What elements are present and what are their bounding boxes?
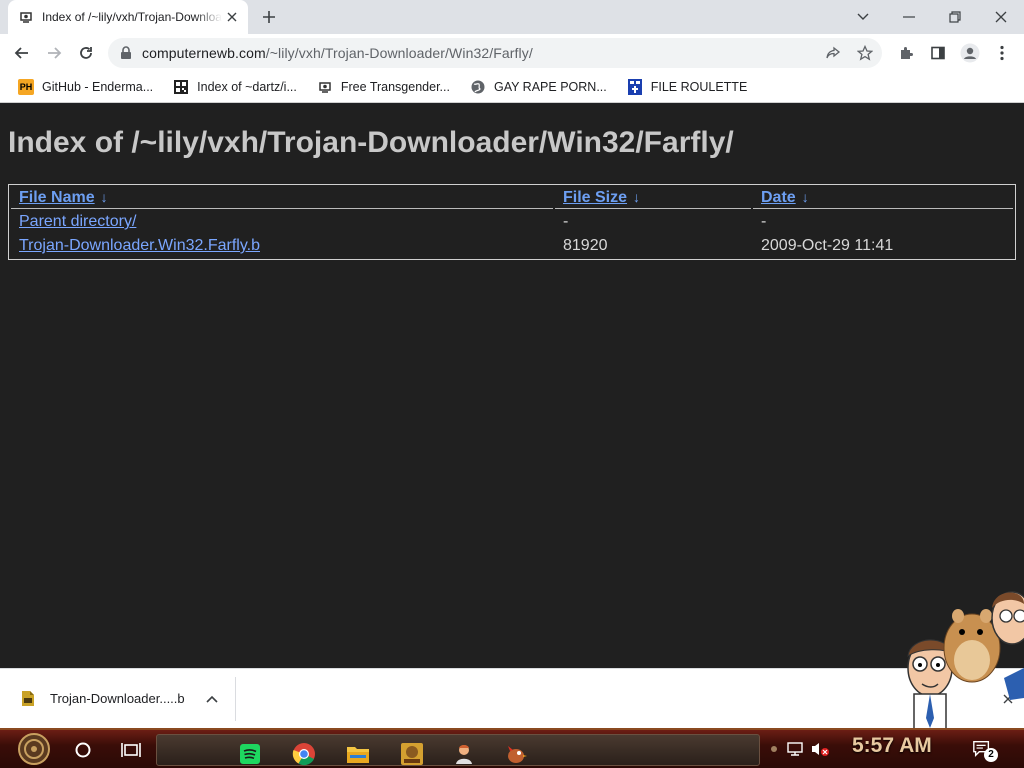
qr-icon [173,79,189,95]
file-date-cell: - [761,213,767,230]
menu-kebab-icon[interactable] [992,43,1012,63]
file-roulette-icon [627,78,643,95]
ph-icon: PH [18,78,34,95]
taskbar-clock[interactable]: 5:57 AM [852,734,932,758]
task-view-icon[interactable] [114,734,148,766]
bookmark-gay-rape-porn[interactable]: GAY RAPE PORN... [464,74,613,100]
globe-icon [470,79,486,95]
url-path: /~lily/vxh/Trojan-Downloader/Win32/Farfl… [265,45,533,61]
forward-button[interactable] [40,39,68,67]
browser-toolbar: computernewb.com/~lily/vxh/Trojan-Downlo… [0,34,1024,71]
tab-title: Index of /~lily/vxh/Trojan-Downloader/Wi… [42,10,222,24]
chrome-icon[interactable] [287,739,321,768]
file-date-cell: 2009-Oct-29 11:41 [761,237,894,254]
tab-search-icon[interactable] [840,0,886,34]
download-shelf: Trojan-Downloader.....b [0,668,1024,728]
column-header-file-size[interactable]: File Size ↓ [555,187,751,209]
side-panel-icon[interactable] [928,43,948,63]
network-icon[interactable] [786,739,806,759]
url-text[interactable]: computernewb.com/~lily/vxh/Trojan-Downlo… [142,45,533,61]
sort-arrow-icon[interactable]: ↓ [101,189,108,205]
bookmark-label: GitHub - Enderma... [42,79,154,94]
sort-by-name-link[interactable]: File Name [19,189,95,206]
tab-strip: Index of /~lily/vxh/Trojan-Downloader/Wi… [0,0,1024,34]
bookmark-label: Index of ~dartz/i... [197,79,297,94]
extensions-icon[interactable] [896,43,916,63]
column-header-date[interactable]: Date ↓ [753,187,1013,209]
profile-avatar-icon[interactable] [960,43,980,63]
bookmark-free-transgender[interactable]: Free Transgender... [311,74,456,100]
desktop-mascot-image [900,588,1024,749]
restore-button[interactable] [932,0,978,34]
file-size-cell: 81920 [563,237,608,254]
chevron-up-icon[interactable] [204,691,220,707]
tab-close-icon[interactable] [224,9,240,25]
volume-muted-icon[interactable] [810,739,830,759]
url-host: computernewb.com [142,45,266,61]
spotify-icon[interactable] [233,739,267,768]
table-row: Parent directory/ - - [11,211,1013,233]
table-header-row: File Name ↓ File Size ↓ Date ↓ [11,187,1013,209]
file-size-cell: - [563,213,569,230]
bird-icon[interactable] [499,739,533,768]
table-row: Trojan-Downloader.Win32.Farfly.b 81920 2… [11,235,1013,257]
new-tab-button[interactable] [259,7,279,27]
bookmark-github[interactable]: PH GitHub - Enderma... [12,74,159,100]
bookmark-label: FILE ROULETTE [650,79,748,94]
bookmarks-bar: PH GitHub - Enderma... Index of ~dartz/i… [0,71,1024,103]
bookmark-star-icon[interactable] [856,44,874,62]
user-icon[interactable] [447,739,481,768]
page-content: Index of /~lily/vxh/Trojan-Downloader/Wi… [0,104,1024,668]
minimize-button[interactable] [886,0,932,34]
column-header-file-name[interactable]: File Name ↓ [11,187,553,209]
page-title: Index of /~lily/vxh/Trojan-Downloader/Wi… [8,126,734,159]
notification-count-badge: 2 [984,748,998,762]
download-item[interactable]: Trojan-Downloader.....b [0,677,236,721]
address-bar[interactable]: computernewb.com/~lily/vxh/Trojan-Downlo… [108,38,882,68]
sort-by-date-link[interactable]: Date [761,189,796,206]
computernewb-icon [18,9,34,25]
download-filename: Trojan-Downloader.....b [50,691,185,706]
share-icon[interactable] [824,44,842,62]
taskbar: 5:57 AM 2 [0,728,1024,768]
computernewb-icon [317,79,333,95]
taskbar-app-area [156,734,760,766]
sort-arrow-icon[interactable]: ↓ [633,189,640,205]
reload-button[interactable] [72,39,100,67]
game-icon[interactable] [395,739,429,768]
tab-active[interactable]: Index of /~lily/vxh/Trojan-Downloader/Wi… [8,0,248,34]
bookmark-label: GAY RAPE PORN... [493,79,607,94]
cortana-search-icon[interactable] [66,734,100,766]
parent-directory-link[interactable]: Parent directory/ [19,213,136,230]
lock-icon[interactable] [120,46,132,60]
file-explorer-icon[interactable] [341,739,375,768]
back-button[interactable] [8,39,36,67]
close-window-button[interactable] [978,0,1024,34]
start-button[interactable] [10,732,58,766]
file-listing-table: File Name ↓ File Size ↓ Date ↓ Parent direc… [8,184,1016,260]
bookmark-label: Free Transgender... [340,79,450,94]
file-link[interactable]: Trojan-Downloader.Win32.Farfly.b [19,237,260,254]
bookmark-dartz-index[interactable]: Index of ~dartz/i... [167,74,303,100]
file-icon [22,691,34,706]
bookmark-file-roulette[interactable]: FILE ROULETTE [621,74,754,100]
sort-arrow-icon[interactable]: ↓ [802,189,809,205]
sort-by-size-link[interactable]: File Size [563,189,627,206]
show-hidden-icons-icon[interactable] [764,739,784,759]
